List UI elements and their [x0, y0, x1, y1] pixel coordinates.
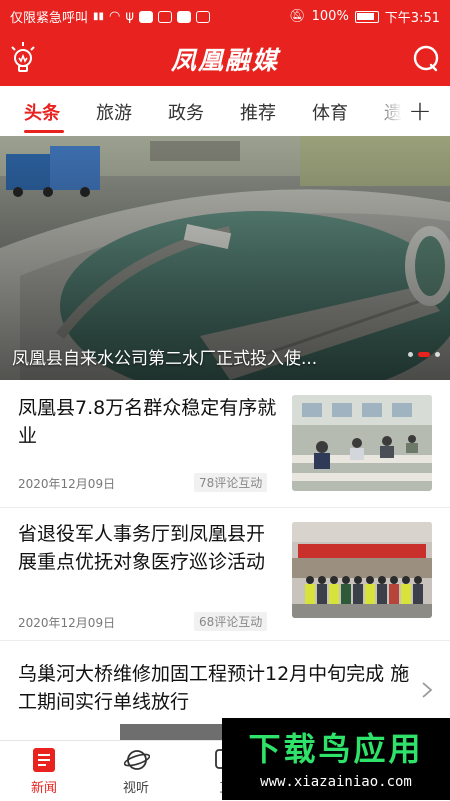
shield-notification-icon	[195, 10, 210, 23]
nav-label: 新闻	[30, 781, 57, 796]
pager-dot	[435, 352, 440, 357]
battery-percent: 100%	[311, 9, 349, 24]
divider	[0, 640, 450, 641]
tab-recommend[interactable]: 推荐	[240, 99, 276, 125]
category-tabs: 头条 旅游 政务 推荐 体育 遗 +	[0, 86, 450, 136]
news-title: 省退役军人事务厅到凤凰县开展重点优抚对象医疗巡诊活动	[18, 523, 266, 573]
news-date: 2020年12月09日	[18, 616, 116, 630]
status-bar: 仅限紧急呼叫 ▮▮ ◠ ψ 🔕︎ 100% 下午3:51	[0, 0, 450, 32]
pager-dot-active	[418, 352, 430, 357]
mute-icon: 🔕︎	[289, 9, 306, 24]
watermark-url: www.xiazainiao.com	[260, 774, 412, 790]
group-photo-banner	[292, 522, 432, 618]
watermark-title: 下载鸟应用	[248, 730, 424, 768]
chevron-right-icon	[422, 682, 433, 698]
news-date: 2020年12月09日	[18, 477, 116, 491]
app-notification-icon	[157, 10, 172, 23]
status-carrier-text: 仅限紧急呼叫	[10, 11, 89, 26]
tab-fade-overlay	[372, 92, 402, 130]
signal-icon: ▮▮	[93, 11, 105, 22]
search-icon[interactable]	[412, 44, 440, 72]
news-item[interactable]: 凤凰县7.8万名群众稳定有序就业 2020年12月09日 78评论互动	[0, 380, 450, 507]
planet-icon	[124, 750, 150, 770]
banner-caption: 凤凰县自来水公司第二水厂正式投入使...	[12, 349, 318, 369]
tab-sports[interactable]: 体育	[312, 99, 348, 125]
nav-video[interactable]: 视听	[106, 741, 166, 801]
clock: 下午3:51	[384, 11, 440, 26]
news-title: 凤凰县7.8万名群众稳定有序就业	[18, 397, 277, 447]
nav-news[interactable]: 新闻	[14, 741, 74, 801]
factory-workers-photo	[292, 395, 432, 491]
news-thumbnail	[292, 395, 432, 491]
news-item[interactable]: 省退役军人事务厅到凤凰县开展重点优抚对象医疗巡诊活动 2020年12月09日 6…	[0, 508, 450, 640]
banner-pager	[408, 352, 440, 357]
news-thumbnail	[292, 522, 432, 618]
comment-count-badge: 78评论互动	[194, 473, 268, 492]
tab-government[interactable]: 政务	[168, 99, 204, 125]
tab-travel[interactable]: 旅游	[96, 99, 132, 125]
add-channel-button[interactable]: +	[405, 94, 435, 128]
battery-icon	[354, 10, 379, 23]
message-icon	[176, 10, 191, 23]
usb-icon: ψ	[125, 9, 134, 24]
watermark-overlay: 下载鸟应用 www.xiazainiao.com	[222, 718, 450, 800]
app-header: 凤凰融媒	[0, 32, 450, 86]
active-tab-indicator	[24, 130, 64, 133]
app-title: 凤凰融媒	[170, 46, 279, 75]
nav-label: 视听	[122, 781, 149, 796]
notification-icon	[138, 10, 153, 23]
news-icon	[33, 748, 55, 772]
comment-count-badge: 68评论互动	[194, 612, 268, 631]
pager-dot	[408, 352, 413, 357]
wifi-icon: ◠	[109, 9, 121, 24]
news-title[interactable]: 乌巢河大桥维修加固工程预计12月中旬完成 施工期间实行单线放行	[18, 660, 418, 716]
featured-banner[interactable]: 凤凰县自来水公司第二水厂正式投入使...	[0, 136, 450, 380]
tab-headlines[interactable]: 头条	[24, 99, 60, 125]
